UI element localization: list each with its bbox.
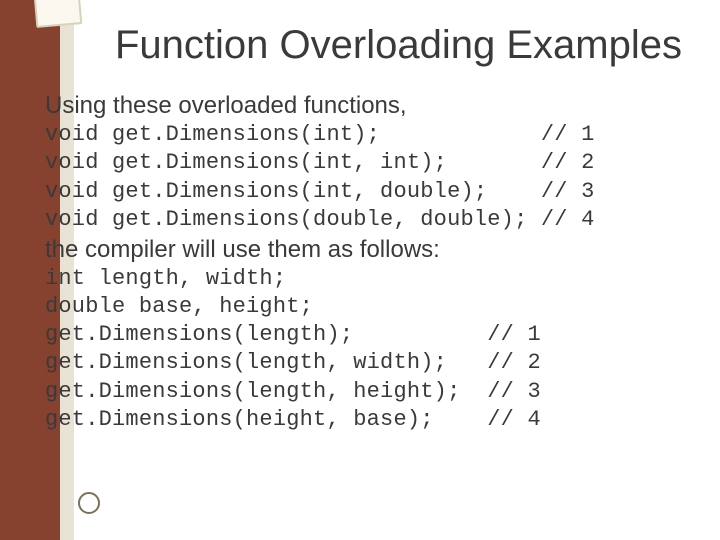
usage-line-5: get.Dimensions(length, height); // 3 xyxy=(45,378,700,406)
declaration-line-1: void get.Dimensions(int); // 1 xyxy=(45,121,700,149)
usage-line-2: double base, height; xyxy=(45,293,700,321)
usage-line-6: get.Dimensions(height, base); // 4 xyxy=(45,406,700,434)
declaration-line-4: void get.Dimensions(double, double); // … xyxy=(45,206,700,234)
declaration-line-3: void get.Dimensions(int, double); // 3 xyxy=(45,178,700,206)
mid-text: the compiler will use them as follows: xyxy=(45,234,700,265)
usage-line-1: int length, width; xyxy=(45,265,700,293)
intro-text: Using these overloaded functions, xyxy=(45,90,700,121)
slide-title: Function Overloading Examples xyxy=(115,22,700,68)
ring-decoration xyxy=(78,492,100,514)
page-curl-decoration xyxy=(34,0,83,28)
slide-content: Function Overloading Examples Using thes… xyxy=(115,22,700,434)
declaration-line-2: void get.Dimensions(int, int); // 2 xyxy=(45,149,700,177)
usage-line-3: get.Dimensions(length); // 1 xyxy=(45,321,700,349)
usage-line-4: get.Dimensions(length, width); // 2 xyxy=(45,349,700,377)
